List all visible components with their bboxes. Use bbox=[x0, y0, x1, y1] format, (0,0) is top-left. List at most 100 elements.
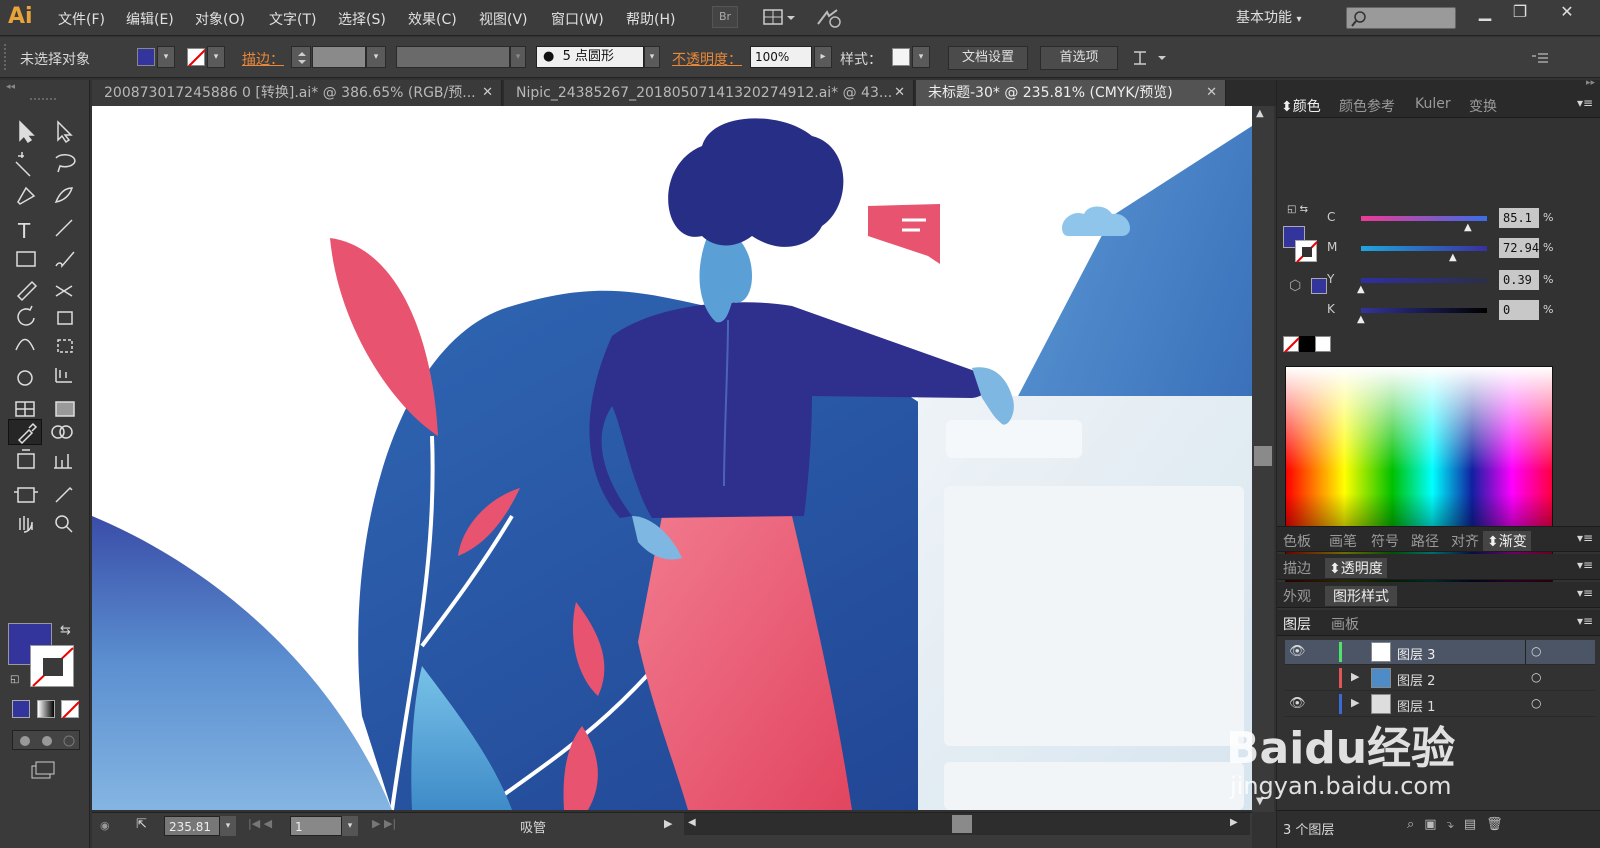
curvature-tool-icon[interactable] bbox=[54, 187, 74, 204]
close-tab-icon[interactable]: ✕ bbox=[894, 80, 905, 106]
artboard-tool-icon[interactable] bbox=[14, 487, 38, 503]
document-setup-button[interactable]: 文档设置 bbox=[948, 46, 1028, 70]
expand-arrow-icon[interactable]: ▶ bbox=[1351, 696, 1359, 709]
menu-view[interactable]: 视图(V) bbox=[479, 9, 528, 29]
paintbrush-tool-icon[interactable] bbox=[55, 251, 75, 269]
status-menu-icon[interactable]: ▶ bbox=[664, 817, 672, 830]
magic-wand-tool-icon[interactable] bbox=[15, 152, 31, 177]
brush-definition[interactable]: ● 5 点圆形 bbox=[536, 46, 644, 68]
tab-graphic-styles[interactable]: 图形样式 bbox=[1325, 586, 1397, 606]
graphic-style-swatch[interactable] bbox=[892, 48, 910, 66]
tab-transparency[interactable]: ⬍透明度 bbox=[1325, 558, 1387, 578]
scissors-tool-icon[interactable] bbox=[55, 285, 73, 297]
bridge-button[interactable]: Br bbox=[712, 6, 738, 28]
channel-m-slider[interactable] bbox=[1361, 246, 1487, 251]
close-tab-icon[interactable]: ✕ bbox=[1206, 80, 1217, 106]
panel-menu-icon[interactable]: ▾≡ bbox=[1577, 586, 1593, 600]
tab-document-2[interactable]: Nipic_24385267_20180507141320274912.ai* … bbox=[504, 80, 914, 106]
free-transform-tool-icon[interactable] bbox=[57, 339, 73, 353]
hscroll-thumb[interactable] bbox=[952, 815, 972, 833]
menu-type[interactable]: 文字(T) bbox=[269, 9, 316, 29]
panel-menu-icon[interactable]: ▾≡ bbox=[1577, 96, 1593, 110]
channel-y-slider[interactable] bbox=[1361, 278, 1487, 283]
target-circle-icon[interactable]: ○ bbox=[1531, 644, 1541, 658]
tab-artboards[interactable]: 画板 bbox=[1331, 614, 1359, 634]
menu-select[interactable]: 选择(S) bbox=[338, 9, 386, 29]
gradient-mode-button[interactable] bbox=[37, 700, 55, 718]
stroke-weight-input[interactable] bbox=[312, 46, 366, 68]
screen-mode-icon[interactable] bbox=[30, 760, 56, 782]
tab-swatches[interactable]: 色板 bbox=[1283, 531, 1311, 551]
align-options-icon[interactable] bbox=[1130, 46, 1170, 70]
tab-kuler[interactable]: Kuler bbox=[1415, 96, 1451, 112]
channel-k-value[interactable]: 0 bbox=[1499, 300, 1539, 320]
target-circle-icon[interactable]: ○ bbox=[1531, 696, 1541, 710]
channel-m-value[interactable]: 72.94 bbox=[1499, 238, 1539, 258]
layer-row-3[interactable]: 👁 图层 3 ○ bbox=[1285, 640, 1595, 665]
swap-icon[interactable]: ◱ ⇆ bbox=[1287, 204, 1308, 215]
visibility-eye-icon[interactable]: 👁 bbox=[1289, 644, 1306, 659]
profile-dropdown[interactable]: ▾ bbox=[510, 46, 526, 68]
stroke-panel-link[interactable]: 描边： bbox=[242, 49, 284, 69]
panel-stroke-swatch[interactable] bbox=[1295, 240, 1318, 263]
help-search-input[interactable] bbox=[1346, 7, 1456, 29]
scale-tool-icon[interactable] bbox=[57, 311, 73, 325]
channel-m-thumb[interactable]: ▲ bbox=[1449, 252, 1457, 263]
channel-y-thumb[interactable]: ▲ bbox=[1357, 284, 1365, 295]
tab-color-guide[interactable]: 颜色参考 bbox=[1339, 96, 1395, 116]
stroke-color-box[interactable] bbox=[30, 645, 74, 687]
stroke-swatch[interactable] bbox=[187, 48, 206, 67]
scroll-right-icon[interactable]: ▶ bbox=[1230, 817, 1238, 828]
stroke-weight-dropdown[interactable]: ▾ bbox=[366, 46, 386, 68]
layer-row-2[interactable]: ▶ 图层 2 ○ bbox=[1285, 666, 1595, 691]
opacity-panel-link[interactable]: 不透明度： bbox=[672, 49, 742, 69]
stroke-dropdown[interactable]: ▾ bbox=[207, 46, 225, 68]
expand-arrow-icon[interactable]: ▶ bbox=[1351, 670, 1359, 683]
menu-help[interactable]: 帮助(H) bbox=[626, 9, 675, 29]
channel-c-value[interactable]: 85.1 bbox=[1499, 208, 1539, 228]
channel-c-slider[interactable] bbox=[1361, 216, 1487, 221]
toolbar-grip[interactable] bbox=[30, 98, 56, 101]
type-tool-icon[interactable]: T bbox=[17, 219, 31, 243]
preferences-button[interactable]: 首选项 bbox=[1040, 46, 1118, 70]
artboard-dropdown[interactable]: ▾ bbox=[342, 816, 358, 836]
tab-brushes[interactable]: 画笔 bbox=[1329, 531, 1357, 551]
zoom-input[interactable]: 235.81 bbox=[164, 816, 220, 836]
tab-transform[interactable]: 变换 bbox=[1469, 96, 1497, 116]
scroll-left-icon[interactable]: ◀ bbox=[688, 817, 696, 828]
gradient-tool-icon[interactable] bbox=[55, 401, 75, 417]
tab-document-3[interactable]: 未标题-30* @ 235.81% (CMYK/预览) ✕ bbox=[916, 80, 1226, 106]
menu-window[interactable]: 窗口(W) bbox=[551, 9, 604, 29]
close-button[interactable]: ✕ bbox=[1552, 2, 1582, 26]
rotate-tool-icon[interactable] bbox=[17, 305, 35, 326]
symbol-sprayer-tool-icon[interactable] bbox=[17, 449, 35, 469]
control-bar-grip[interactable] bbox=[4, 44, 10, 70]
tab-align[interactable]: 对齐 bbox=[1451, 531, 1479, 551]
workspace-switcher[interactable]: 基本功能 ▾ bbox=[1236, 7, 1301, 27]
pen-tool-icon[interactable] bbox=[17, 186, 36, 205]
tab-color[interactable]: ⬍颜色 bbox=[1281, 96, 1321, 116]
gpu-preview-icon[interactable]: ◉ bbox=[100, 819, 126, 837]
panel-menu-icon[interactable]: ▾≡ bbox=[1577, 531, 1593, 545]
menu-object[interactable]: 对象(O) bbox=[195, 9, 245, 29]
pencil-tool-icon[interactable] bbox=[16, 280, 38, 302]
arrange-documents-icon[interactable] bbox=[762, 8, 796, 28]
perspective-grid-tool-icon[interactable] bbox=[55, 368, 72, 383]
tab-layers[interactable]: 图层 bbox=[1283, 614, 1311, 634]
minimize-button[interactable]: ▁ bbox=[1470, 2, 1500, 26]
vertical-scrollbar[interactable]: ▲ ▼ bbox=[1252, 106, 1274, 812]
tab-stroke[interactable]: 描边 bbox=[1283, 558, 1311, 578]
target-circle-icon[interactable]: ○ bbox=[1531, 670, 1541, 684]
tab-gradient[interactable]: ⬍渐变 bbox=[1483, 531, 1531, 551]
panel-menu-icon[interactable]: ▾≡ bbox=[1577, 614, 1593, 628]
shape-builder-tool-icon[interactable] bbox=[17, 370, 33, 386]
gamut-swatch[interactable] bbox=[1311, 278, 1327, 294]
tab-symbols[interactable]: 符号 bbox=[1371, 531, 1399, 551]
opacity-expand[interactable]: ▸ bbox=[814, 46, 832, 68]
slice-tool-icon[interactable] bbox=[55, 486, 73, 503]
white-chip[interactable] bbox=[1315, 336, 1331, 352]
fill-swatch[interactable] bbox=[137, 48, 155, 66]
restore-button[interactable]: ❐ bbox=[1505, 2, 1535, 26]
channel-y-value[interactable]: 0.39 bbox=[1499, 270, 1539, 290]
artboard-canvas[interactable] bbox=[92, 106, 1252, 810]
